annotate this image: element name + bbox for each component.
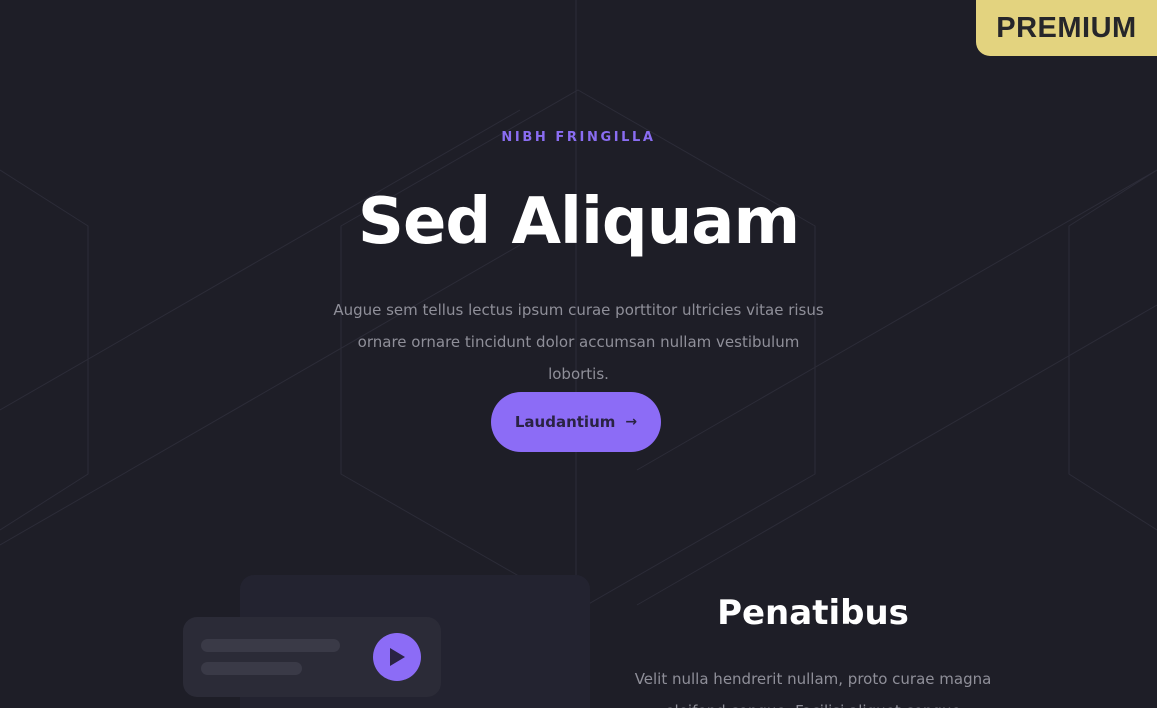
skeleton-line [201, 662, 302, 675]
arrow-right-icon: → [625, 414, 638, 430]
play-icon [390, 648, 405, 666]
hero-title: Sed Aliquam [357, 185, 800, 259]
skeleton-line [201, 639, 340, 652]
premium-badge[interactable]: PREMIUM [976, 0, 1157, 56]
cta-label: Laudantium [514, 413, 616, 431]
hero-eyebrow: NIBH FRINGILLA [501, 130, 656, 145]
laudantium-button[interactable]: Laudantium → [491, 392, 661, 452]
play-button[interactable] [373, 633, 421, 681]
feature-title: Penatibus [717, 593, 909, 633]
feature-body: Velit nulla hendrerit nullam, proto cura… [634, 670, 992, 708]
hero-subtitle: Augue sem tellus lectus ipsum curae port… [333, 301, 824, 383]
